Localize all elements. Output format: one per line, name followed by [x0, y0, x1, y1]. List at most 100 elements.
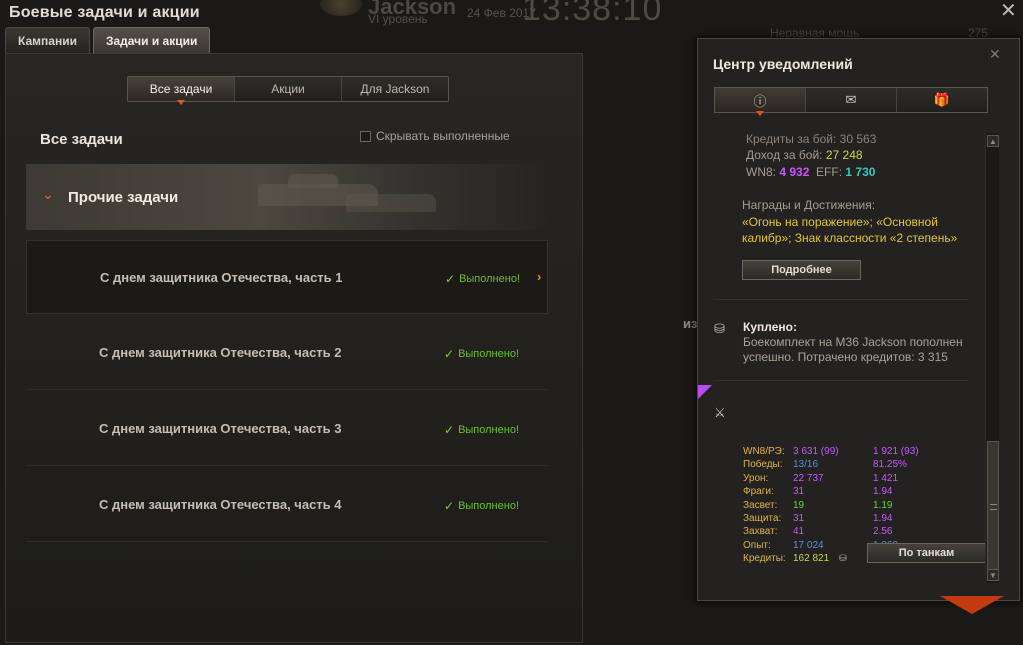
tank-turret-image [288, 174, 338, 188]
task-status: ✓ Выполнено! [444, 499, 519, 513]
battle-ratings: WN8: 4 932 EFF: 1 730 [746, 165, 876, 179]
hide-completed-checkbox[interactable] [360, 130, 371, 142]
stat-total-value: 31 [793, 486, 805, 498]
filter-group: Все задачи Акции Для Jackson [127, 76, 449, 105]
bottom-indicator-icon [940, 596, 1004, 614]
filter-label: Для Jackson [360, 82, 430, 96]
hide-completed-label: Скрывать выполненные [376, 129, 510, 143]
by-tanks-button[interactable]: По танкам [867, 543, 986, 563]
filter-for-jackson[interactable]: Для Jackson [342, 77, 448, 101]
checkmark-icon: ✓ [444, 423, 455, 437]
task-status: ✓ Выполнено! [444, 347, 519, 361]
checkmark-icon: ✓ [445, 272, 456, 286]
stat-total-value: 41 [793, 526, 805, 538]
chevron-right-icon: › [537, 269, 542, 284]
task-status: ✓ Выполнено! [445, 272, 520, 286]
stat-total-value: 3 631 (99) [793, 446, 839, 457]
battle-income: Доход за бой: 27 248 [746, 148, 863, 162]
stat-total-value: 13/16 [793, 459, 819, 471]
scroll-down-icon[interactable]: ▼ [987, 569, 999, 581]
checkmark-icon: ✓ [444, 499, 455, 513]
unread-marker-icon [698, 385, 712, 399]
details-button[interactable]: Подробнее [742, 260, 861, 280]
stat-total-value: 19 [793, 499, 805, 511]
task-row[interactable]: С днем защитника Отечества, часть 2 ✓ Вы… [26, 316, 548, 390]
stat-average-value: 1 421 [873, 472, 899, 484]
checkmark-icon: ✓ [444, 347, 455, 361]
credits-icon: ⛁ [839, 553, 847, 564]
gift-icon: 🎁 [933, 92, 951, 107]
grip-icon [990, 504, 997, 510]
crossed-swords-icon: ⚔ [714, 405, 726, 420]
hide-completed-toggle[interactable]: Скрывать выполненные [360, 129, 510, 143]
scroll-up-icon[interactable]: ▲ [987, 135, 999, 147]
stat-label: Защита: [743, 513, 782, 524]
notification-tabs: ⓘ ✉ 🎁 [714, 87, 988, 116]
filter-offers[interactable]: Акции [235, 77, 342, 101]
active-marker-icon [177, 100, 185, 105]
tab-tasks-and-offers[interactable]: Задачи и акции [92, 27, 211, 53]
notification-center-title: Центр уведомлений [713, 56, 853, 72]
filter-all-tasks[interactable]: Все задачи [128, 77, 235, 105]
stat-average-value: 1 921 (93) [873, 446, 919, 457]
tab-invites[interactable]: ✉ [806, 88, 897, 112]
stat-label: Засвет: [743, 499, 778, 511]
close-icon[interactable]: ✕ [989, 46, 1001, 63]
task-group-header[interactable]: ⌄ Прочие задачи [26, 164, 548, 230]
stat-label: Захват: [743, 526, 778, 538]
tab-bar: Кампании Задачи и акции [5, 27, 211, 53]
stat-average-value: 1.94 [873, 486, 893, 498]
group-title: Прочие задачи [68, 189, 179, 206]
task-name: С днем защитника Отечества, часть 3 [99, 421, 342, 436]
filter-label: Все задачи [149, 82, 213, 96]
task-status-label: Выполнено! [459, 273, 520, 285]
notification-list[interactable]: Кредиты за бой: 30 563 Доход за бой: 27 … [698, 125, 998, 600]
stat-average-value: 1.19 [873, 499, 893, 511]
close-icon[interactable]: ✕ [1000, 1, 1017, 21]
awards-label: Награды и Достижения: [742, 198, 876, 212]
stat-label: WN8/РЭ: [743, 446, 785, 457]
player-level: VI уровень [368, 12, 428, 26]
task-row[interactable]: С днем защитника Отечества, часть 3 ✓ Вы… [26, 392, 548, 466]
task-status-label: Выполнено! [458, 500, 519, 512]
stat-total-value: 17 024 [793, 539, 824, 551]
divider [713, 380, 968, 381]
stat-total-value: 31 [793, 513, 805, 524]
scrollbar[interactable]: ▲ ▼ [985, 133, 999, 583]
stat-average-value: 1.94 [873, 513, 893, 524]
stat-label: Урон: [743, 472, 769, 484]
tab-gifts[interactable]: 🎁 [897, 88, 987, 112]
task-row[interactable]: С днем защитника Отечества, часть 1 ✓ Вы… [26, 240, 548, 314]
stat-label: Опыт: [743, 539, 771, 551]
info-icon: ⓘ [753, 93, 767, 109]
purchase-text: Боекомплект на M36 Jackson пополнен успе… [743, 335, 963, 364]
stat-average-value: 81.25% [873, 459, 907, 471]
notification-center: Центр уведомлений ✕ ⓘ ✉ 🎁 Кредиты за бой… [697, 38, 1020, 601]
tab-info[interactable]: ⓘ [715, 88, 806, 116]
divider [713, 299, 968, 300]
credits-icon: ⛁ [714, 321, 725, 336]
stat-total-value: 22 737 [793, 472, 824, 484]
task-row[interactable]: С днем защитника Отечества, часть 4 ✓ Вы… [26, 468, 548, 542]
scrollbar-thumb[interactable] [987, 441, 999, 571]
stat-total-value: 162 821 [793, 553, 830, 565]
tank-image [346, 194, 436, 212]
tasks-panel: Все задачи Акции Для Jackson Все задачи … [5, 53, 583, 643]
clan-emblem [320, 0, 362, 16]
filter-label: Акции [271, 82, 305, 96]
tab-campaigns[interactable]: Кампании [5, 27, 90, 53]
chevron-down-icon: ⌄ [42, 186, 54, 202]
active-marker-icon [756, 111, 764, 116]
invite-icon: ✉ [845, 92, 857, 107]
stat-label: Фраги: [743, 486, 774, 498]
clock: 13:38:10 [522, 0, 663, 28]
stat-average-value: 2.56 [873, 526, 893, 538]
task-name: С днем защитника Отечества, часть 1 [100, 270, 343, 285]
stat-label: Победы: [743, 459, 783, 471]
task-status: ✓ Выполнено! [444, 423, 519, 437]
awards-value: «Огонь на поражение»; «Основной калибр»;… [742, 215, 958, 245]
stat-label: Кредиты: [743, 553, 786, 565]
task-name: С днем защитника Отечества, часть 2 [99, 345, 342, 360]
section-title: Все задачи [40, 131, 123, 148]
task-name: С днем защитника Отечества, часть 4 [99, 497, 342, 512]
